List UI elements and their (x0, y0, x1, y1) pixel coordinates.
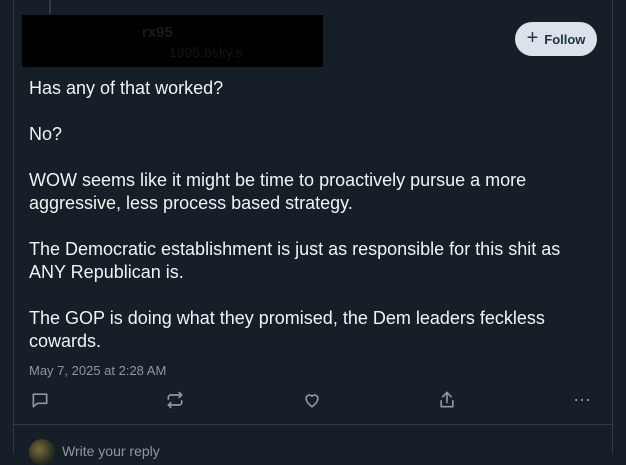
post-paragraph: The Democratic establishment is just as … (29, 239, 561, 282)
share-button[interactable] (435, 388, 459, 412)
like-icon (305, 394, 319, 408)
post-timestamp[interactable]: May 7, 2025 at 2:28 AM (29, 363, 166, 378)
author-name[interactable]: rx95 (142, 24, 173, 41)
repost-button[interactable] (163, 388, 187, 412)
more-options-button[interactable] (570, 388, 594, 412)
like-button[interactable] (300, 388, 324, 412)
plus-icon: + (526, 27, 539, 49)
post-paragraph: The GOP is doing what they promised, the… (29, 308, 545, 351)
follow-label: Follow (544, 31, 586, 47)
thread-line (49, 0, 51, 14)
reply-icon (32, 393, 48, 408)
avatar (29, 439, 55, 465)
post-actions (0, 388, 626, 412)
post-paragraph: No? (29, 124, 63, 144)
reply-composer[interactable]: Write your reply (13, 425, 613, 465)
reply-input[interactable]: Write your reply (62, 443, 160, 459)
follow-button[interactable]: + Follow (515, 22, 597, 56)
share-icon (440, 391, 454, 408)
post-paragraph: Has any of that worked? (29, 78, 224, 98)
author-handle[interactable]: 1995.bsky.s (169, 44, 243, 60)
author-info-redacted[interactable]: rx95 1995.bsky.s (22, 15, 323, 67)
post-paragraph: WOW seems like it might be time to proac… (29, 170, 527, 213)
reply-button[interactable] (28, 388, 52, 412)
more-icon (575, 398, 589, 402)
post-text: Has any of that worked? No? WOW seems li… (29, 77, 599, 376)
repost-icon (167, 391, 183, 409)
